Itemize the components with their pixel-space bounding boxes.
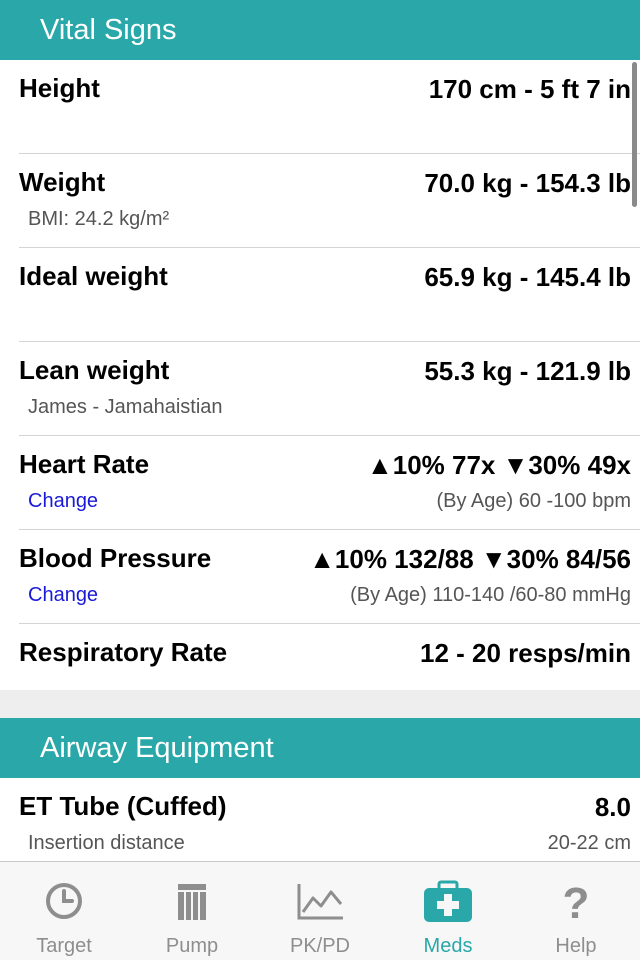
vital-row-height[interactable]: Height 170 cm - 5 ft 7 in [0, 60, 640, 154]
vital-row-blood-pressure: Blood Pressure ▲10% 132/88 ▼30% 84/56 Ch… [0, 530, 640, 624]
scrollbar[interactable] [632, 62, 637, 207]
row-value: ▲10% 77x ▼30% 49x [367, 450, 631, 480]
tab-bar: Target Pump PK/PD Meds ? Help [0, 861, 640, 960]
section-gap [0, 690, 640, 718]
bmi-text: BMI: 24.2 kg/m² [28, 208, 170, 230]
tab-label: Pump [165, 935, 219, 957]
vital-row-ideal-weight[interactable]: Ideal weight 65.9 kg - 145.4 lb [0, 248, 640, 342]
row-value: 170 cm - 5 ft 7 in [428, 74, 631, 104]
row-label: Lean weight [19, 355, 170, 385]
tab-label: Help [555, 935, 597, 957]
blood-pressure-normal-range: (By Age) 110-140 /60-80 mmHg [350, 584, 631, 606]
row-label: Blood Pressure [19, 543, 212, 573]
row-label: Ideal weight [19, 261, 168, 291]
blood-pressure-change-link[interactable]: Change [28, 584, 98, 607]
row-label: Weight [19, 167, 106, 197]
tab-meds[interactable]: Meds [384, 862, 512, 960]
vital-signs-title: Vital Signs [40, 14, 177, 46]
row-label: Height [19, 73, 100, 103]
pump-icon [167, 880, 217, 924]
row-label: ET Tube (Cuffed) [19, 791, 227, 821]
row-value: 8.0 [594, 792, 631, 822]
airway-equipment-header: Airway Equipment [0, 718, 640, 778]
medical-kit-icon [423, 880, 473, 924]
row-value: 65.9 kg - 145.4 lb [424, 262, 631, 292]
question-icon: ? [551, 879, 601, 928]
insertion-distance-label: Insertion distance [28, 832, 185, 854]
row-label: Respiratory Rate [19, 637, 228, 667]
tab-pkpd[interactable]: PK/PD [256, 862, 384, 960]
tab-help[interactable]: ? Help [512, 862, 640, 960]
vital-row-heart-rate: Heart Rate ▲10% 77x ▼30% 49x Change (By … [0, 436, 640, 530]
heart-rate-change-link[interactable]: Change [28, 490, 98, 513]
row-value: 70.0 kg - 154.3 lb [424, 168, 631, 198]
vital-row-lean-weight[interactable]: Lean weight 55.3 kg - 121.9 lb James - J… [0, 342, 640, 436]
row-value: 55.3 kg - 121.9 lb [424, 356, 631, 386]
row-label: Heart Rate [19, 449, 150, 479]
insertion-distance-value: 20-22 cm [547, 832, 631, 854]
heart-rate-normal-range: (By Age) 60 -100 bpm [436, 490, 631, 512]
airway-row-et-tube[interactable]: ET Tube (Cuffed) 8.0 Insertion distance … [0, 778, 640, 872]
tab-label: Target [36, 935, 92, 957]
clock-icon [39, 880, 89, 924]
tab-target[interactable]: Target [0, 862, 128, 960]
tab-pump[interactable]: Pump [128, 862, 256, 960]
vital-row-weight[interactable]: Weight 70.0 kg - 154.3 lb BMI: 24.2 kg/m… [0, 154, 640, 248]
row-value: 12 - 20 resps/min [420, 638, 631, 668]
tab-label: Meds [423, 935, 473, 957]
vital-signs-header: Vital Signs [0, 0, 640, 60]
row-value: ▲10% 132/88 ▼30% 84/56 [309, 544, 631, 574]
tab-label: PK/PD [289, 935, 351, 957]
lean-weight-formula: James - Jamahaistian [28, 396, 223, 418]
airway-equipment-title: Airway Equipment [40, 732, 274, 764]
svg-text:?: ? [563, 880, 590, 924]
line-chart-icon [295, 880, 345, 924]
